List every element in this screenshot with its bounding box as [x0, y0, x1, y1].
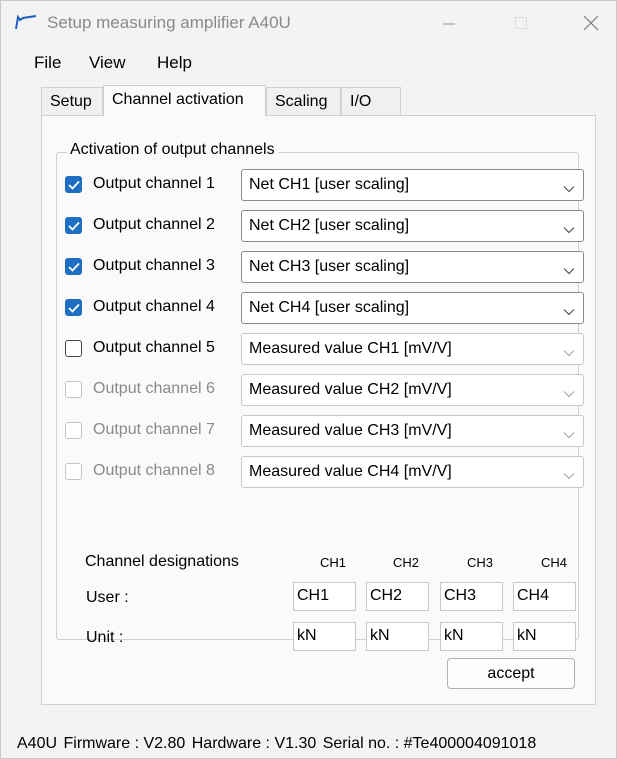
minimize-button[interactable]: [429, 9, 469, 37]
channel-activation-panel: Activation of output channels Output cha…: [41, 115, 596, 705]
unit-ch4-input[interactable]: kN: [513, 622, 576, 651]
tab-channel-activation[interactable]: Channel activation: [103, 85, 266, 116]
column-header-ch3: CH3: [466, 555, 493, 570]
maximize-icon: [515, 17, 527, 29]
select-value: Measured value CH1 [mV/V]: [249, 340, 452, 357]
app-window: Setup measuring amplifier A40U File View…: [0, 0, 617, 759]
status-bar: A40U Firmware : V2.80 Hardware : V1.30 S…: [17, 735, 538, 753]
output-channel-2-checkbox[interactable]: [65, 217, 82, 234]
output-channel-6-source-select[interactable]: Measured value CH2 [mV/V]: [241, 374, 584, 406]
user-name-ch4-input[interactable]: CH4: [513, 582, 576, 611]
close-button[interactable]: [571, 9, 611, 37]
checkmark-icon: [68, 262, 80, 272]
window-title: Setup measuring amplifier A40U: [47, 13, 291, 32]
output-channel-1-checkbox[interactable]: [65, 176, 82, 193]
column-header-ch2: CH2: [392, 555, 419, 570]
output-channel-5-checkbox[interactable]: [65, 340, 82, 357]
column-header-ch4: CH4: [540, 555, 567, 570]
channel-row-5: Output channel 5 Measured value CH1 [mV/V…: [65, 333, 584, 365]
output-channel-7-label: Output channel 7: [93, 421, 215, 438]
select-value: Net CH4 [user scaling]: [249, 299, 410, 316]
channel-row-8: Output channel 8 Measured value CH4 [mV/V…: [65, 456, 584, 488]
chevron-down-icon: [563, 303, 575, 321]
channel-row-6: Output channel 6 Measured value CH2 [mV/V…: [65, 374, 584, 406]
output-channel-4-checkbox[interactable]: [65, 299, 82, 316]
select-value: Net CH3 [user scaling]: [249, 258, 410, 275]
output-channel-1-source-select[interactable]: Net CH1 [user scaling]: [241, 169, 584, 201]
select-value: Net CH1 [user scaling]: [249, 176, 410, 193]
channel-row-3: Output channel 3 Net CH3 [user scaling]: [65, 251, 584, 283]
user-row-label: User :: [86, 589, 129, 606]
channel-row-1: Output channel 1 Net CH1 [user scaling]: [65, 169, 584, 201]
accept-button[interactable]: accept: [447, 658, 575, 689]
status-hardware: Hardware : V1.30: [191, 735, 317, 752]
minimize-icon: [443, 23, 455, 25]
designations-title: Channel designations: [85, 553, 239, 570]
checkmark-icon: [68, 303, 80, 313]
status-firmware: Firmware : V2.80: [63, 735, 186, 752]
unit-ch3-input[interactable]: kN: [440, 622, 503, 651]
user-name-ch1-input[interactable]: CH1: [293, 582, 356, 611]
column-header-ch1: CH1: [319, 555, 346, 570]
channel-row-4: Output channel 4 Net CH4 [user scaling]: [65, 292, 584, 324]
chevron-down-icon: [563, 180, 575, 198]
output-channel-6-checkbox[interactable]: [65, 381, 82, 398]
tab-io[interactable]: I/O: [341, 87, 401, 115]
output-channel-3-label: Output channel 3: [93, 257, 215, 274]
chevron-down-icon: [563, 262, 575, 280]
output-channel-8-source-select[interactable]: Measured value CH4 [mV/V]: [241, 456, 584, 488]
select-value: Measured value CH3 [mV/V]: [249, 422, 452, 439]
output-channel-7-checkbox[interactable]: [65, 422, 82, 439]
channel-row-2: Output channel 2 Net CH2 [user scaling]: [65, 210, 584, 242]
select-value: Measured value CH4 [mV/V]: [249, 463, 452, 480]
output-channel-5-label: Output channel 5: [93, 339, 215, 356]
close-icon: [583, 15, 599, 31]
output-channels-group: Activation of output channels Output cha…: [56, 141, 584, 651]
tab-scaling[interactable]: Scaling: [266, 87, 341, 115]
menu-file[interactable]: File: [34, 53, 61, 73]
output-channel-2-label: Output channel 2: [93, 216, 215, 233]
checkmark-icon: [68, 180, 80, 190]
maximize-button[interactable]: [501, 9, 541, 37]
user-name-ch2-input[interactable]: CH2: [366, 582, 429, 611]
output-channel-5-source-select[interactable]: Measured value CH1 [mV/V]: [241, 333, 584, 365]
unit-row-label: Unit :: [86, 629, 124, 646]
output-channel-8-checkbox[interactable]: [65, 463, 82, 480]
title-bar: Setup measuring amplifier A40U: [1, 1, 616, 45]
chevron-down-icon: [563, 467, 575, 485]
status-device: A40U: [17, 735, 58, 752]
group-title: Activation of output channels: [67, 141, 278, 159]
menu-help[interactable]: Help: [157, 53, 192, 73]
select-value: Net CH2 [user scaling]: [249, 217, 410, 234]
output-channel-4-source-select[interactable]: Net CH4 [user scaling]: [241, 292, 584, 324]
status-serial: Serial no. : #Te400004091018: [322, 735, 537, 752]
select-value: Measured value CH2 [mV/V]: [249, 381, 452, 398]
channel-row-7: Output channel 7 Measured value CH3 [mV/V…: [65, 415, 584, 447]
chevron-down-icon: [563, 426, 575, 444]
output-channel-6-label: Output channel 6: [93, 380, 215, 397]
unit-ch2-input[interactable]: kN: [366, 622, 429, 651]
chevron-down-icon: [563, 344, 575, 362]
chevron-down-icon: [563, 385, 575, 403]
output-channel-4-label: Output channel 4: [93, 298, 215, 315]
output-channel-3-checkbox[interactable]: [65, 258, 82, 275]
checkmark-icon: [68, 221, 80, 231]
unit-ch1-input[interactable]: kN: [293, 622, 356, 651]
output-channel-1-label: Output channel 1: [93, 175, 215, 192]
output-channel-2-source-select[interactable]: Net CH2 [user scaling]: [241, 210, 584, 242]
menu-view[interactable]: View: [89, 53, 126, 73]
chevron-down-icon: [563, 221, 575, 239]
app-icon: [15, 14, 37, 30]
tab-setup[interactable]: Setup: [41, 87, 103, 115]
user-name-ch3-input[interactable]: CH3: [440, 582, 503, 611]
output-channel-3-source-select[interactable]: Net CH3 [user scaling]: [241, 251, 584, 283]
output-channel-8-label: Output channel 8: [93, 462, 215, 479]
output-channel-7-source-select[interactable]: Measured value CH3 [mV/V]: [241, 415, 584, 447]
menu-bar: File View Help: [1, 47, 616, 77]
